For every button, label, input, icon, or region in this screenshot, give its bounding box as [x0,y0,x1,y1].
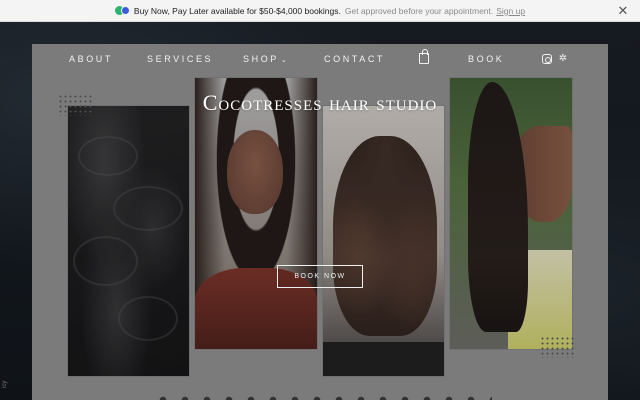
nav-shop-label: SHOP [243,54,279,64]
nav-contact[interactable]: CONTACT [324,54,385,64]
close-icon[interactable]: ✕ [616,3,630,19]
hero-photo-4 [450,78,572,349]
announcement-bar: Buy Now, Pay Later available for $50-$4,… [0,0,640,22]
main-nav: ABOUT SERVICES SHOP ⌄ CONTACT BOOK ✲ [32,49,608,68]
hero-photo-3 [323,106,444,376]
decor-dots-right [540,336,574,358]
hero-photo-2 [195,78,317,349]
bottom-decor-dots [152,394,492,400]
side-vertical-text: icy [2,380,8,388]
page-title: Cocotresses hair studio [202,90,438,115]
announcement-subtext: Get approved before your appointment. [344,5,494,16]
nav-about[interactable]: ABOUT [69,54,113,64]
nav-services[interactable]: SERVICES [147,54,213,64]
announcement-text: Buy Now, Pay Later available for $50-$4,… [133,5,341,16]
hero-photo-1 [68,106,189,376]
instagram-icon[interactable] [542,54,552,64]
yelp-icon[interactable]: ✲ [558,54,568,64]
hero-section: ABOUT SERVICES SHOP ⌄ CONTACT BOOK ✲ Coco… [32,44,608,400]
payment-logo-icon [114,6,130,15]
nav-shop[interactable]: SHOP ⌄ [243,54,287,64]
signup-link[interactable]: Sign up [496,6,525,16]
nav-book[interactable]: BOOK [468,54,504,64]
chevron-down-icon: ⌄ [280,57,287,64]
book-now-button[interactable]: BOOK NOW [277,265,363,288]
shopping-bag-icon[interactable] [419,49,429,64]
